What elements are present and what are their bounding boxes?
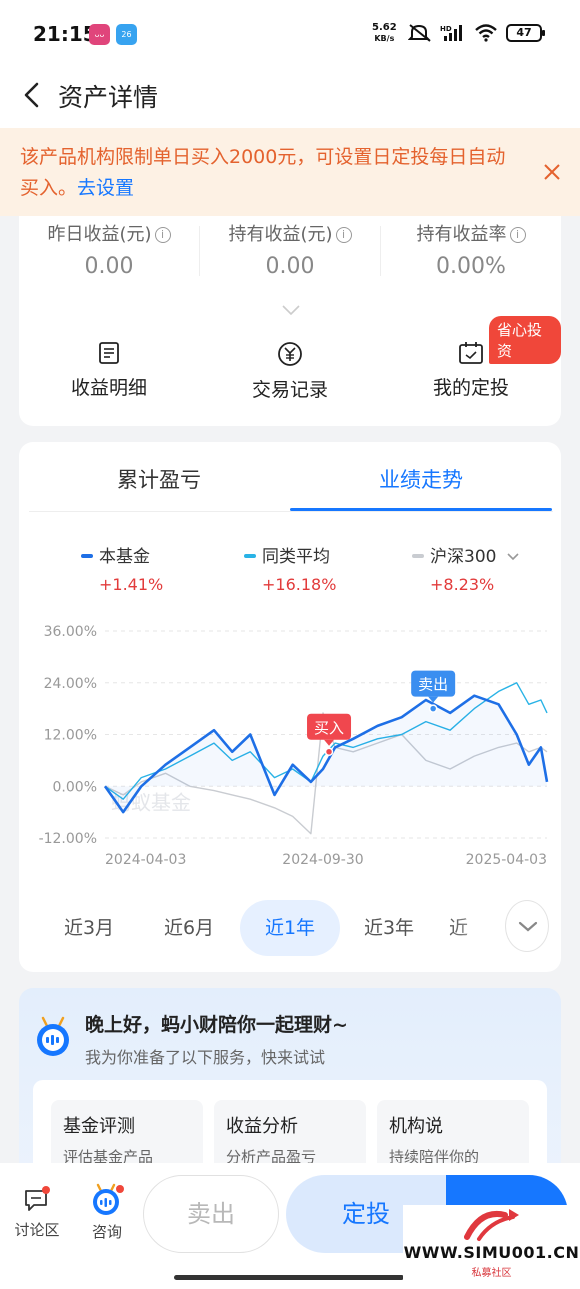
assistant-icon <box>93 1183 124 1215</box>
watermark-subtitle: 私募社区 <box>471 1268 512 1279</box>
discussion-button[interactable]: 讨论区 <box>12 1185 62 1240</box>
network-speed-unit: KB/s <box>374 34 395 43</box>
app-notification-icon: ᴗᴗ <box>89 24 110 45</box>
metric-value: 0.00 <box>84 254 134 279</box>
action-profit-details[interactable]: 收益明细 <box>29 341 189 400</box>
legend-swatch <box>412 554 424 558</box>
service-title: 机构说 <box>389 1116 443 1137</box>
y-tick-label: -12.00% <box>39 831 97 847</box>
consult-button[interactable]: 咨询 <box>84 1183 130 1242</box>
site-watermark: WWW.SIMU001.CN 私募社区 <box>403 1205 580 1289</box>
yen-coin-icon <box>278 342 302 366</box>
info-icon[interactable]: i <box>509 227 526 243</box>
marker-dot <box>324 747 334 756</box>
range-1y[interactable]: 近1年 <box>240 900 340 956</box>
battery-icon: 47 <box>506 24 545 42</box>
chevron-down-icon <box>518 921 538 932</box>
y-tick-label: 12.00% <box>44 728 97 744</box>
x-tick-label: 2024-09-30 <box>282 852 363 868</box>
page-title: 资产详情 <box>58 83 159 112</box>
holding-summary-card: 昨日收益(元) i 0.00 持有收益(元) i 0.00 持有收益率 i 0.00%… <box>19 216 561 426</box>
marker-dot <box>428 704 438 713</box>
legend-peer-average[interactable]: 同类平均 +16.18% <box>244 542 336 594</box>
discussion-label: 讨论区 <box>14 1221 60 1239</box>
status-icons: HD 47 <box>408 22 545 44</box>
performance-card: 累计盈亏 业绩走势 本基金 +1.41% 同类平均 +16.18% 沪深300 … <box>19 442 561 972</box>
close-icon[interactable] <box>543 163 561 181</box>
chevron-down-icon[interactable] <box>506 552 520 562</box>
legend-swatch <box>81 554 93 558</box>
range-3y[interactable]: 近3年 <box>349 900 429 956</box>
legend-this-fund[interactable]: 本基金 +1.41% <box>81 542 163 594</box>
tab-cumulative-pnl[interactable]: 累计盈亏 <box>28 464 290 494</box>
y-tick-label: 24.00% <box>44 676 97 692</box>
y-tick-label: 36.00% <box>44 624 97 640</box>
info-icon[interactable]: i <box>154 227 171 243</box>
save-effort-badge: 省心投资 <box>489 316 561 364</box>
wifi-icon <box>475 24 497 42</box>
performance-chart: 36.00% 24.00% 12.00% 0.00% -12.00% 2024-04-03… <box>39 624 549 868</box>
legend-value: +8.23% <box>430 575 495 594</box>
watermark-url: WWW.SIMU001.CN <box>403 1243 580 1262</box>
service-title: 基金评测 <box>63 1116 135 1137</box>
network-speed-value: 5.62 <box>372 22 397 33</box>
limit-notice-banner: 该产品机构限制单日买入2000元，可设置日定投每日自动买入。去设置 <box>0 128 580 216</box>
status-bar: 21:15 ᴗᴗ 26 5.62 KB/s HD 47 <box>0 0 580 66</box>
action-label: 收益明细 <box>70 377 147 399</box>
range-6m[interactable]: 近6月 <box>149 900 229 956</box>
range-fade <box>449 900 509 956</box>
metric-holding-rate: 持有收益率 i 0.00% <box>381 220 561 279</box>
legend-value: +16.18% <box>262 575 337 594</box>
legend-name: 沪深300 <box>430 547 497 567</box>
y-tick-label: 0.00% <box>53 779 97 795</box>
range-3m[interactable]: 近3月 <box>49 900 129 956</box>
legend-name: 本基金 <box>99 547 150 567</box>
info-icon[interactable]: i <box>335 227 352 243</box>
mute-icon <box>408 24 431 42</box>
status-time: 21:15 <box>33 22 97 46</box>
action-label: 交易记录 <box>251 379 328 401</box>
action-label: 我的定投 <box>432 377 509 399</box>
consult-label: 咨询 <box>91 1223 122 1241</box>
document-icon <box>99 342 119 364</box>
metric-label: 持有收益率 <box>416 224 507 245</box>
legend-value: +1.41% <box>99 575 164 594</box>
notice-setup-link[interactable]: 去设置 <box>77 177 134 199</box>
marker-label: 买入 <box>314 719 344 737</box>
sell-button[interactable]: 卖出 <box>143 1175 279 1253</box>
active-tab-indicator <box>290 508 552 511</box>
assistant-greeting: 晚上好，蚂小财陪你一起理财~ <box>85 1014 348 1036</box>
service-title: 收益分析 <box>226 1116 298 1137</box>
legend-csi300[interactable]: 沪深300 +8.23% <box>412 542 520 594</box>
action-trade-records[interactable]: 交易记录 <box>210 341 370 402</box>
back-arrow-icon[interactable] <box>18 80 48 110</box>
network-speed: 5.62 KB/s <box>372 22 397 44</box>
legend-name: 同类平均 <box>262 547 330 567</box>
x-tick-label: 2024-04-03 <box>105 852 186 868</box>
x-tick-label: 2025-04-03 <box>466 852 547 868</box>
assistant-subtitle: 我为你准备了以下服务，快来试试 <box>85 1048 326 1067</box>
notice-text: 该产品机构限制单日买入2000元，可设置日定投每日自动买入。去设置 <box>20 142 520 204</box>
metric-holding-profit: 持有收益(元) i 0.00 <box>200 220 380 279</box>
legend-swatch <box>244 554 256 558</box>
marker-label: 卖出 <box>418 676 448 694</box>
watermark-logo-icon <box>464 1209 519 1241</box>
metric-value: 0.00% <box>436 254 506 279</box>
metric-yesterday-profit: 昨日收益(元) i 0.00 <box>19 220 199 279</box>
expand-chevron-icon[interactable] <box>281 304 301 316</box>
tab-divider <box>29 511 553 512</box>
tab-performance-trend[interactable]: 业绩走势 <box>290 464 552 494</box>
calendar-icon <box>459 342 483 364</box>
nav-bar: 资产详情 <box>0 66 580 128</box>
signal-icon: HD <box>440 25 462 41</box>
metric-value: 0.00 <box>265 254 315 279</box>
metric-label: 持有收益(元) <box>228 224 333 245</box>
svg-text:HD: HD <box>440 25 452 33</box>
weather-app-icon: 26 <box>116 24 137 45</box>
range-expand-button[interactable] <box>505 900 549 952</box>
metric-label: 昨日收益(元) <box>47 224 152 245</box>
home-indicator[interactable] <box>174 1275 404 1280</box>
chat-bubble-icon <box>25 1186 50 1211</box>
assistant-avatar-icon[interactable] <box>33 1014 73 1058</box>
